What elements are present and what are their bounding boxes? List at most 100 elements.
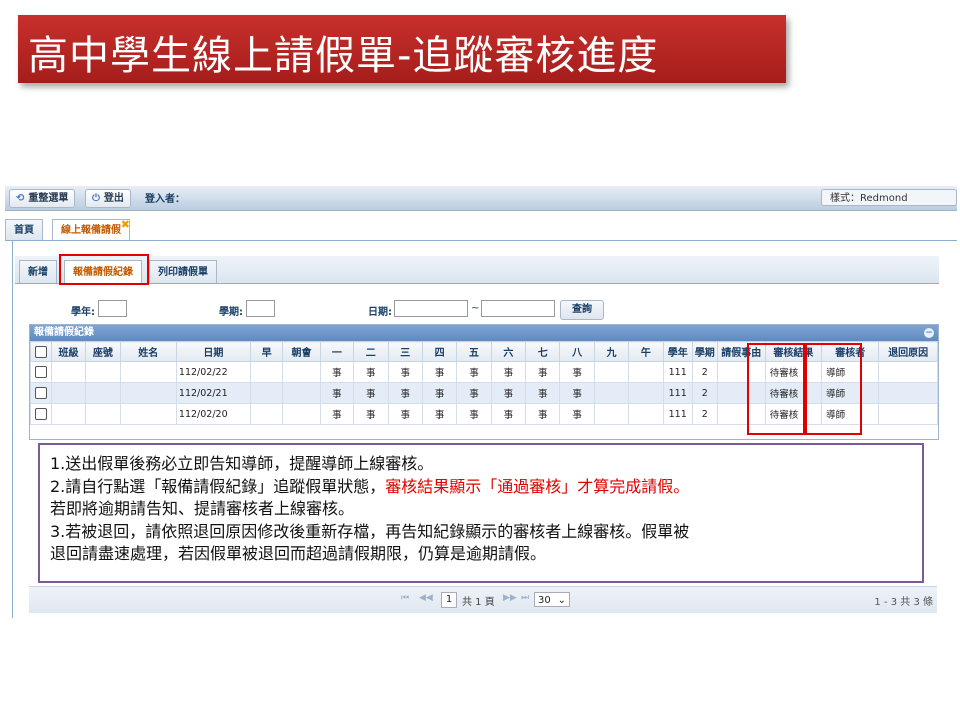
- tab-new[interactable]: 新增: [19, 260, 57, 283]
- slide-title: 高中學生線上請假單-追蹤審核進度: [28, 33, 659, 79]
- panel-border: [12, 241, 13, 618]
- col-header[interactable]: 九: [593, 341, 630, 362]
- table-cell: [249, 382, 284, 404]
- collapse-icon[interactable]: −: [924, 328, 934, 338]
- prev-page-icon[interactable]: ◀◀: [419, 593, 433, 603]
- date-separator: ~: [471, 303, 480, 314]
- reviewer-highlight: [805, 343, 862, 435]
- col-header[interactable]: 學期: [691, 341, 718, 362]
- tab-online-leave-label: 線上報備請假: [61, 225, 121, 236]
- col-header[interactable]: 五: [456, 341, 492, 362]
- col-header[interactable]: 六: [490, 341, 527, 362]
- table-cell: 事: [525, 382, 561, 404]
- table-cell: 112/02/20: [175, 403, 251, 425]
- table-cell: 112/02/22: [175, 361, 251, 383]
- table-cell: [282, 403, 321, 425]
- note-line-5: 退回請盡速處理，若因假單被退回而超過請假期限，仍算是逾期請假。: [50, 544, 547, 563]
- col-header[interactable]: 午: [628, 341, 664, 362]
- table-cell: 事: [353, 361, 389, 383]
- table-cell: 111: [662, 382, 693, 404]
- row-checkbox[interactable]: [34, 366, 47, 378]
- table-cell: 事: [319, 403, 355, 425]
- row-select-cell[interactable]: [30, 382, 52, 404]
- note-line-4: 3.若被退回，請依照退回原因修改後重新存檔，再告知紀錄顯示的審核者上線審核。假單…: [50, 521, 690, 541]
- table-cell: [878, 361, 938, 383]
- table-cell: [282, 361, 321, 383]
- page-size-select[interactable]: 30 ⌄: [534, 592, 570, 607]
- table-cell: [628, 361, 664, 383]
- tab-home[interactable]: 首頁: [5, 219, 43, 240]
- select-all-header[interactable]: [30, 341, 52, 362]
- col-header[interactable]: 七: [525, 341, 561, 362]
- table-cell: [119, 403, 177, 425]
- table-cell: [50, 361, 87, 383]
- row-select-cell[interactable]: [30, 403, 52, 425]
- power-icon: ⏻: [92, 193, 100, 204]
- table-cell: 事: [490, 382, 527, 404]
- table-cell: [50, 403, 87, 425]
- slide-title-banner: 高中學生線上請假單-追蹤審核進度: [18, 15, 786, 83]
- year-input[interactable]: [98, 300, 127, 317]
- first-page-icon[interactable]: ⏮: [401, 593, 409, 603]
- table-cell: 111: [662, 361, 693, 383]
- table-cell: [593, 361, 630, 383]
- row-select-cell[interactable]: [30, 361, 52, 383]
- total-pages-label: 共 1 頁: [462, 597, 495, 608]
- table-cell: 事: [319, 361, 355, 383]
- panel-title: 報備請假紀錄: [34, 327, 94, 338]
- theme-select[interactable]: 樣式：Redmond: [821, 189, 957, 206]
- table-cell: [85, 382, 121, 404]
- table-cell: [50, 382, 87, 404]
- row-checkbox[interactable]: [34, 387, 47, 399]
- table-cell: [628, 382, 664, 404]
- col-header[interactable]: 座號: [85, 341, 121, 362]
- col-header[interactable]: 八: [559, 341, 595, 362]
- col-header[interactable]: 一: [319, 341, 355, 362]
- logout-button[interactable]: ⏻ 登出: [85, 189, 131, 208]
- table-cell: 事: [387, 403, 423, 425]
- record-count-label: 1 - 3 共 3 條: [874, 597, 933, 608]
- table-cell: [593, 403, 630, 425]
- col-header[interactable]: 早: [249, 341, 284, 362]
- last-page-icon[interactable]: ⏭: [521, 593, 529, 603]
- date-from-input[interactable]: [394, 300, 468, 317]
- col-header[interactable]: 二: [353, 341, 389, 362]
- close-tab-icon[interactable]: ✖: [121, 214, 130, 235]
- note-line-2: 2.請自行點選「報備請假紀錄」追蹤假單狀態，審核結果顯示「通過審核」才算完成請假…: [50, 476, 912, 499]
- col-header[interactable]: 退回原因: [878, 341, 938, 362]
- page-number-input[interactable]: 1: [441, 592, 457, 608]
- query-button[interactable]: 查詢: [560, 300, 604, 320]
- table-cell: 事: [559, 382, 595, 404]
- tab-print-leave[interactable]: 列印請假單: [149, 260, 217, 283]
- date-to-input[interactable]: [481, 300, 555, 317]
- note-line-1: 1.送出假單後務必立即告知導師，提醒導師上線審核。: [50, 454, 434, 473]
- main-tab-bar: 首頁 線上報備請假 ✖: [5, 216, 957, 241]
- table-cell: 事: [456, 382, 492, 404]
- term-label: 學期:: [219, 307, 243, 318]
- pagination-bar: ⏮ ◀◀ 1 共 1 頁 ▶▶ ⏭ 30 ⌄ 1 - 3 共 3 條: [29, 586, 937, 613]
- col-header[interactable]: 朝會: [282, 341, 321, 362]
- reload-menu-button[interactable]: ⟲ 重整選單: [9, 189, 76, 208]
- col-header[interactable]: 日期: [175, 341, 251, 362]
- table-cell: 事: [525, 403, 561, 425]
- table-cell: 事: [387, 382, 423, 404]
- date-label: 日期:: [368, 307, 392, 318]
- tab-online-leave[interactable]: 線上報備請假 ✖: [52, 218, 130, 240]
- note-line-2-emphasis: 審核結果顯示「通過審核」才算完成請假。: [385, 476, 690, 496]
- col-header[interactable]: 三: [387, 341, 423, 362]
- note-line-2-text: 2.請自行點選「報備請假紀錄」追蹤假單狀態，: [50, 476, 386, 496]
- col-header[interactable]: 姓名: [119, 341, 177, 362]
- page-size-value: 30: [538, 595, 551, 606]
- col-header[interactable]: 學年: [662, 341, 693, 362]
- col-header[interactable]: 四: [421, 341, 458, 362]
- year-label: 學年:: [71, 307, 95, 318]
- row-checkbox[interactable]: [34, 408, 47, 420]
- table-cell: [85, 361, 121, 383]
- table-cell: 2: [691, 382, 718, 404]
- next-page-icon[interactable]: ▶▶: [503, 593, 517, 603]
- note-line-3: 若即將逾期請告知、提請審核者上線審核。: [50, 499, 355, 518]
- col-header[interactable]: 班級: [50, 341, 87, 362]
- table-cell: [249, 361, 284, 383]
- select-all-checkbox[interactable]: [34, 345, 47, 358]
- term-input[interactable]: [246, 300, 275, 317]
